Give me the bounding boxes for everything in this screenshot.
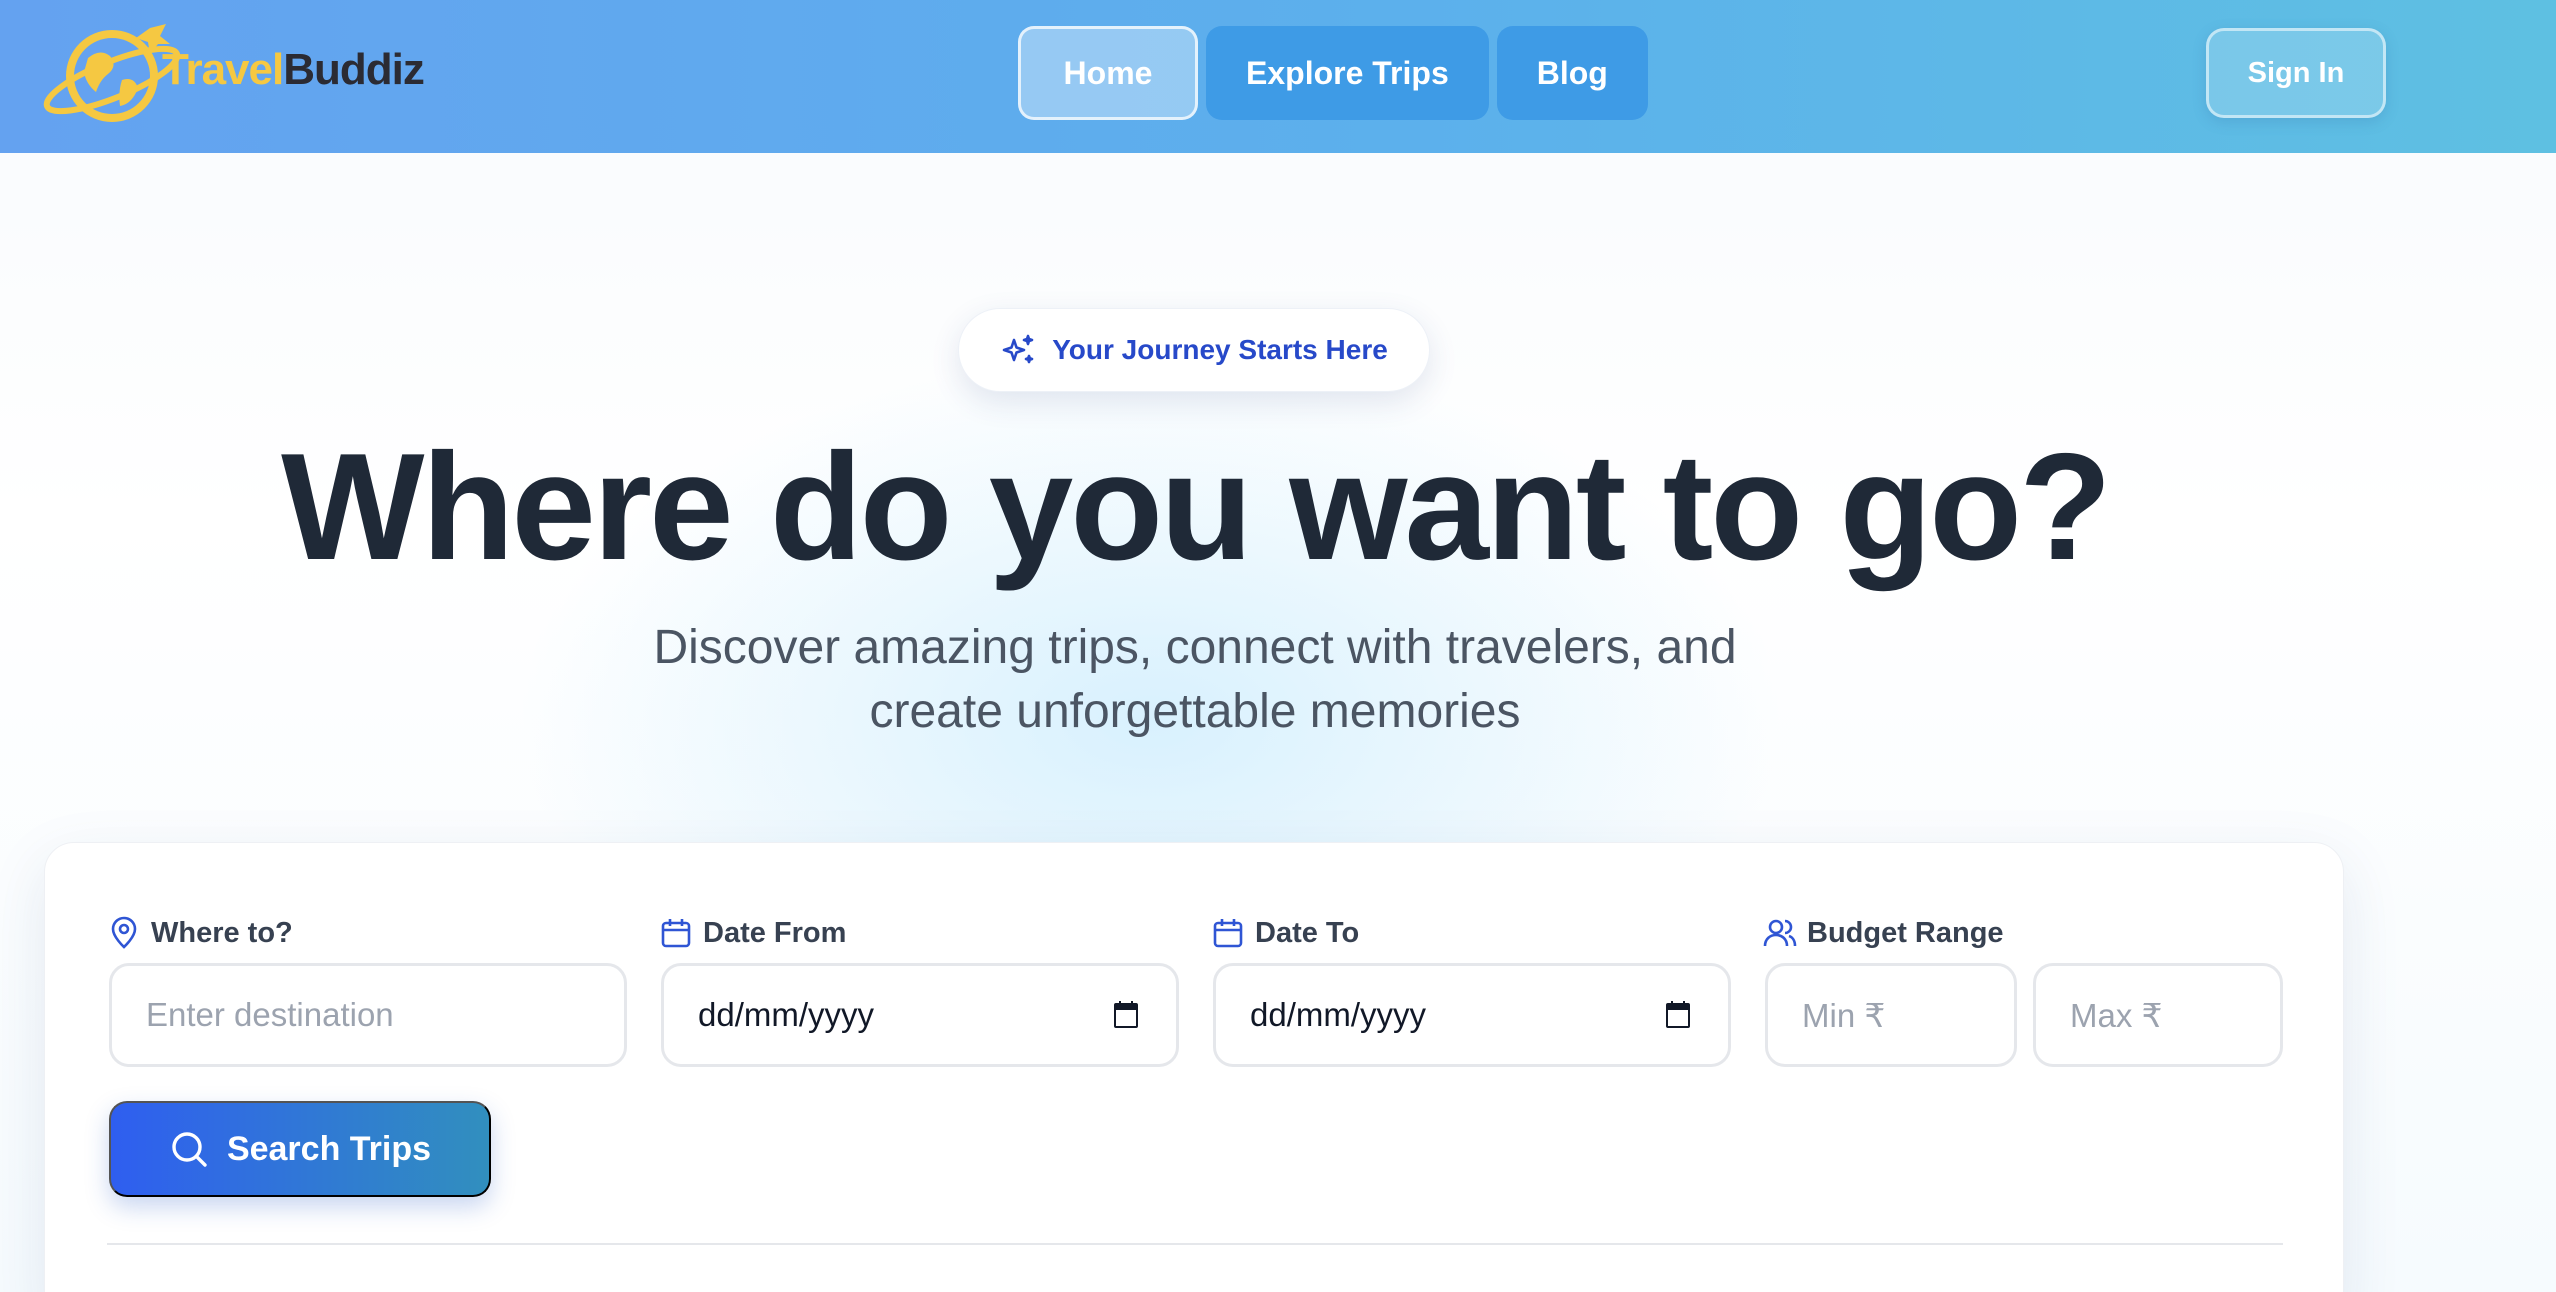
budget-max-input[interactable]: Max ₹ [2033,963,2283,1067]
hero-title: Where do you want to go? [281,422,2112,592]
date-to-input[interactable]: dd/mm/yyyy [1213,963,1731,1067]
hero-badge: Your Journey Starts Here [958,308,1430,392]
search-card: Where to? Enter destination Date From dd… [44,842,2344,1292]
date-from-input[interactable]: dd/mm/yyyy [661,963,1179,1067]
brand-name-part1: Travel [162,45,284,94]
navbar: TravelBuddiz Home Explore Trips Blog Sig… [0,0,2556,153]
sign-in-button[interactable]: Sign In [2206,28,2386,118]
budget-max-placeholder: Max ₹ [2070,996,2163,1034]
nav-blog-button[interactable]: Blog [1496,26,1648,120]
calendar-picker-icon[interactable] [1662,999,1694,1031]
nav-home-button[interactable]: Home [1018,26,1198,120]
card-divider [107,1243,2283,1245]
budget-label-text: Budget Range [1807,916,2004,949]
destination-input[interactable]: Enter destination [109,963,627,1067]
brand-name: TravelBuddiz [162,45,425,95]
budget-label: Budget Range [1763,911,2004,955]
destination-label-text: Where to? [151,916,293,949]
date-from-label-text: Date From [703,916,847,949]
search-icon [172,1132,207,1167]
page: TravelBuddiz Home Explore Trips Blog Sig… [0,0,2556,1292]
brand-logo[interactable]: TravelBuddiz [38,14,425,126]
date-from-label: Date From [659,911,846,955]
hero-subtitle: Discover amazing trips, connect with tra… [590,616,1800,744]
nav-explore-trips-button[interactable]: Explore Trips [1206,26,1489,120]
search-trips-label: Search Trips [226,1129,432,1168]
calendar-icon [1213,919,1243,948]
main-nav: Home Explore Trips Blog [1018,26,1648,120]
destination-placeholder: Enter destination [146,996,394,1033]
budget-min-placeholder: Min ₹ [1802,996,1886,1034]
search-trips-button[interactable]: Search Trips [109,1101,491,1197]
calendar-picker-icon[interactable] [1110,999,1142,1031]
hero-subtitle-line1: Discover amazing trips, connect with tra… [653,621,1737,674]
hero-badge-text: Your Journey Starts Here [1052,334,1388,365]
map-pin-icon [111,916,137,949]
users-icon [1763,919,1797,947]
date-to-value: dd/mm/yyyy [1250,996,1427,1033]
date-to-label: Date To [1211,911,1359,955]
budget-min-input[interactable]: Min ₹ [1765,963,2017,1067]
calendar-icon [661,919,691,948]
brand-name-part2: Buddiz [283,45,425,94]
date-from-value: dd/mm/yyyy [698,996,875,1033]
hero-subtitle-line2: create unforgettable memories [869,685,1521,738]
date-to-label-text: Date To [1255,916,1360,949]
sparkles-icon [1002,334,1034,364]
destination-label: Where to? [107,911,293,955]
